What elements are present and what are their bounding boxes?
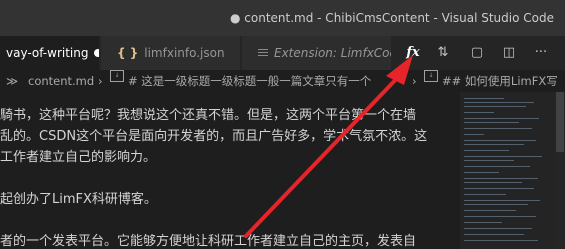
minimap[interactable] <box>460 92 555 249</box>
breadcrumb-file[interactable]: content.md <box>28 70 94 92</box>
breadcrumb-separator: › <box>412 74 417 88</box>
more-actions-icon[interactable]: ··· <box>532 44 550 62</box>
vscode-window: ● content.md - ChibiCmsContent - Visual … <box>0 0 565 249</box>
editor-line: 起创办了LimFX科研博客。 <box>0 192 157 207</box>
source-control-icon[interactable]: ⇅ <box>434 44 452 62</box>
tab-label: Extension: LimfxCode <box>274 46 392 60</box>
fx-icon[interactable]: fx <box>404 44 422 62</box>
extension-preview-icon <box>258 49 268 58</box>
title-bar: ● content.md - ChibiCmsContent - Visual … <box>0 0 565 36</box>
scrollbar-thumb[interactable] <box>556 92 564 152</box>
breadcrumb: ≫ content.md › ↓ # 这是一级标题一级标题一般一篇文章只有一个 … <box>0 70 565 92</box>
split-editor-icon[interactable]: ◫ <box>500 44 518 62</box>
breadcrumb-heading1[interactable]: # 这是一级标题一级标题一般一篇文章只有一个 <box>128 70 400 92</box>
editor-line: 乱的。CSDN这个平台是面向开发者的，而且广告好多，学术气氛不浓。这 <box>0 129 428 144</box>
breadcrumb-separator: › <box>98 74 103 88</box>
breadcrumb-heading2[interactable]: ## 如何使用LimFX写 <box>442 70 558 92</box>
tab-writing[interactable]: vay-of-writing <box>0 36 100 70</box>
editor-line: 者的一个发表平台。它能够方便地让科研工作者建立自己的主页，发表自 <box>0 234 417 249</box>
breadcrumb-chevron-icon: ≫ <box>6 74 19 88</box>
open-preview-icon[interactable]: ▢ <box>468 44 486 62</box>
minimap-slider[interactable] <box>460 92 555 249</box>
editor-actions: fx ⇅ ▢ ◫ ··· <box>398 36 565 70</box>
vertical-scrollbar[interactable] <box>555 92 565 249</box>
editor-line: 騎书，这种平台呢？我想说这个还真不错。但是，这两个平台第一个在墙 <box>0 108 417 123</box>
editor-line: 工作者建立自己的影响力。 <box>0 150 157 165</box>
tab-label: limfxinfo.json <box>144 46 225 60</box>
editor-text-area[interactable]: 騎书，这种平台呢？我想说这个还真不错。但是，这两个平台第一个在墙 乱的。CSDN… <box>0 92 460 249</box>
tab-extension-limfxcode[interactable]: Extension: LimfxCode <box>242 36 392 70</box>
tab-label: vay-of-writing <box>6 46 89 60</box>
json-braces-icon: { } <box>117 46 139 60</box>
tab-limfxinfo[interactable]: { } limfxinfo.json <box>101 36 241 70</box>
unsaved-dot-icon[interactable] <box>94 49 99 57</box>
window-title: ● content.md - ChibiCmsContent - Visual … <box>230 11 554 25</box>
